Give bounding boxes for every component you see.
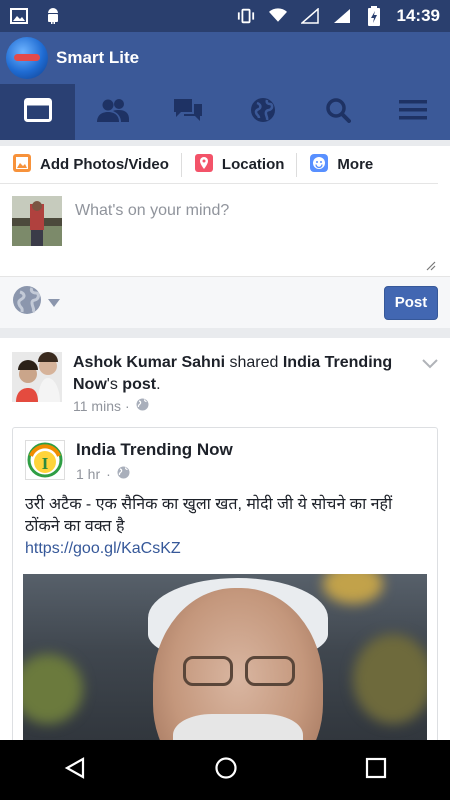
timestamp[interactable]: 1 hr [76, 466, 100, 482]
clock: 14:39 [396, 6, 440, 25]
chevron-down-icon [48, 294, 60, 312]
avatar[interactable] [12, 352, 62, 402]
recents-icon[interactable] [365, 757, 387, 784]
privacy-selector[interactable] [12, 285, 60, 320]
status-bar: 14:39 [0, 0, 450, 32]
location-button[interactable]: Location [180, 152, 297, 177]
photo-background [23, 654, 83, 724]
app-logo[interactable] [6, 37, 48, 79]
dot-separator: · [106, 466, 111, 482]
post-photo[interactable] [23, 574, 427, 740]
globe-icon [136, 398, 149, 414]
friends-icon [96, 98, 129, 127]
signal-icon [300, 7, 319, 25]
shared-post-card[interactable]: I India Trending Now 1 hr · उरी अटैक - ए… [12, 427, 438, 740]
wifi-icon [268, 7, 287, 25]
battery-icon [365, 6, 383, 26]
news-feed: Ashok Kumar Sahni shared India Trending … [0, 338, 450, 740]
tab-search[interactable] [300, 84, 375, 140]
tab-menu[interactable] [375, 84, 450, 140]
messages-icon [172, 97, 204, 128]
post-link[interactable]: post [122, 376, 156, 393]
shared-post-text: उरी अटैक - एक सैनिक का खुला खत, मोदी जी … [25, 494, 425, 560]
shared-post-header: I India Trending Now 1 hr · [13, 428, 437, 488]
period: . [156, 376, 161, 393]
app-title: Smart Lite [56, 48, 140, 67]
back-icon[interactable] [63, 756, 87, 785]
composer: Add Photos/Video Location More What's on… [0, 146, 450, 328]
globe-icon [117, 466, 130, 482]
post-message: उरी अटैक - एक सैनिक का खुला खत, मोदी जी … [25, 496, 393, 535]
photo-glasses [183, 656, 233, 686]
story-meta: 11 mins · [73, 398, 149, 414]
home-icon[interactable] [214, 756, 238, 785]
nav-tabs [0, 84, 450, 140]
page-link[interactable]: India Trending [283, 354, 392, 371]
actor-link[interactable]: Ashok Kumar Sahni [73, 354, 225, 371]
page-avatar[interactable]: I [25, 440, 65, 480]
signal-icon [333, 7, 351, 25]
avatar [12, 196, 62, 246]
story-header: Ashok Kumar Sahni shared India Trending … [0, 338, 450, 418]
composer-actions: Add Photos/Video Location More [0, 146, 438, 184]
menu-icon [398, 99, 427, 126]
photo-background [323, 574, 383, 604]
add-photos-label: Add Photos/Video [40, 156, 169, 173]
post-button[interactable]: Post [384, 285, 438, 320]
shared-page-name[interactable]: India Trending Now [76, 440, 233, 460]
shared-post-meta: 1 hr · [76, 466, 130, 482]
status-input[interactable]: What's on your mind? [75, 202, 229, 220]
possessive: 's [106, 376, 118, 393]
story-verb: shared [229, 354, 279, 371]
more-button[interactable]: More [296, 152, 385, 177]
search-icon [325, 97, 351, 128]
add-photos-button[interactable]: Add Photos/Video [12, 153, 181, 177]
android-icon [44, 7, 62, 25]
dot-separator: · [124, 398, 130, 414]
photo-background [353, 634, 427, 724]
location-label: Location [221, 156, 285, 173]
photo-beard [173, 714, 303, 740]
tab-news-feed[interactable] [0, 84, 75, 140]
vibrate-icon [237, 7, 255, 25]
system-nav-bar [0, 740, 450, 800]
timestamp[interactable]: 11 mins [73, 398, 121, 414]
svg-text:I: I [42, 454, 49, 473]
globe-icon [12, 285, 42, 320]
tab-messages[interactable] [150, 84, 225, 140]
smiley-icon [309, 153, 329, 177]
page-link-cont[interactable]: Now [73, 376, 107, 393]
post-url-link[interactable]: https://goo.gl/KaCsKZ [25, 538, 425, 560]
chevron-down-icon[interactable] [422, 356, 438, 374]
app-bar: Smart Lite [0, 32, 450, 84]
news-feed-icon [23, 97, 52, 127]
more-label: More [337, 156, 374, 173]
globe-icon [250, 97, 276, 128]
story-title: Ashok Kumar Sahni shared India Trending … [73, 352, 413, 396]
tab-notifications[interactable] [225, 84, 300, 140]
photo-icon [12, 153, 32, 177]
image-icon [10, 7, 28, 25]
location-icon [194, 153, 214, 177]
composer-footer: Post [0, 276, 450, 328]
photo-glasses [245, 656, 295, 686]
resize-handle-icon[interactable] [426, 258, 436, 276]
tab-friends[interactable] [75, 84, 150, 140]
